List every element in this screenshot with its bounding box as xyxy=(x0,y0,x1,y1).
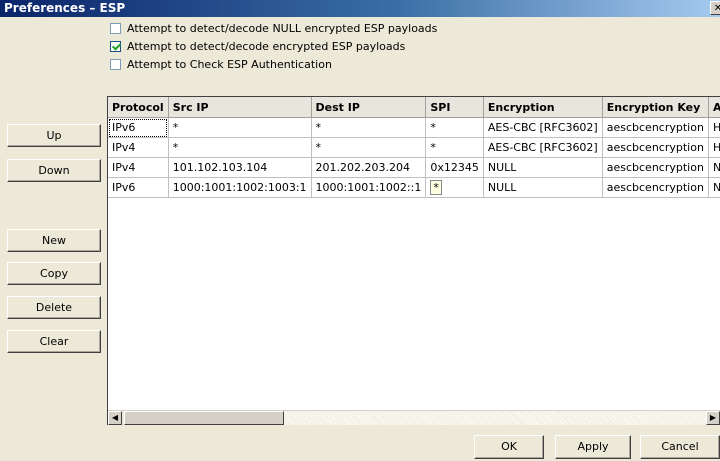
checkbox-esp-auth[interactable] xyxy=(110,58,121,70)
cell-encryption[interactable]: NULL xyxy=(483,177,603,198)
cell-protocol[interactable]: IPv6 xyxy=(108,117,169,138)
table-header: Protocol Src IP Dest IP SPI Encryption E… xyxy=(108,97,720,118)
new-button[interactable]: New xyxy=(7,229,101,252)
scrollbar-thumb[interactable] xyxy=(124,411,284,425)
cell-spi[interactable]: * xyxy=(425,137,484,158)
cell-src-ip[interactable]: * xyxy=(168,137,312,158)
apply-button[interactable]: Apply xyxy=(555,435,631,459)
scrollbar-track[interactable] xyxy=(284,411,706,425)
table-row[interactable]: IPv6 * * * AES-CBC [RFC3602] aescbcencry… xyxy=(108,117,720,138)
cell-encryption[interactable]: NULL xyxy=(483,157,603,178)
cancel-button[interactable]: Cancel xyxy=(640,435,720,459)
scroll-left-icon[interactable]: ◀ xyxy=(108,411,122,425)
cell-encryption-key[interactable]: aescbcencryption xyxy=(602,157,709,178)
col-encryption-key[interactable]: Encryption Key xyxy=(602,97,709,118)
col-encryption[interactable]: Encryption xyxy=(483,97,603,118)
clear-button[interactable]: Clear xyxy=(7,330,101,353)
esp-sa-table: Protocol Src IP Dest IP SPI Encryption E… xyxy=(107,96,720,425)
cell-dest-ip[interactable]: 201.202.203.204 xyxy=(311,157,427,178)
option-encrypted-esp[interactable]: Attempt to detect/decode encrypted ESP p… xyxy=(110,38,405,54)
cell-encryption-key[interactable]: aescbcencryption xyxy=(602,137,709,158)
col-spi[interactable]: SPI xyxy=(425,97,484,118)
cell-encryption[interactable]: AES-CBC [RFC3602] xyxy=(483,117,603,138)
col-src-ip[interactable]: Src IP xyxy=(168,97,312,118)
title-bar: Preferences – ESP ✕ xyxy=(0,0,720,17)
table-row[interactable]: IPv4 101.102.103.104 201.202.203.204 0x1… xyxy=(108,157,720,178)
cell-authentication[interactable]: NU xyxy=(708,157,720,178)
horizontal-scrollbar[interactable]: ◀ ▶ xyxy=(108,410,720,425)
cell-authentication[interactable]: NU xyxy=(708,177,720,198)
cell-encryption-key[interactable]: aescbcencryption xyxy=(602,177,709,198)
cell-authentication[interactable]: HM xyxy=(708,117,720,138)
col-dest-ip[interactable]: Dest IP xyxy=(311,97,427,118)
cell-authentication[interactable]: HM xyxy=(708,137,720,158)
cell-spi[interactable]: * xyxy=(425,117,484,138)
option-null-esp[interactable]: Attempt to detect/decode NULL encrypted … xyxy=(110,20,437,36)
cell-protocol[interactable]: IPv6 xyxy=(108,177,169,198)
up-button[interactable]: Up xyxy=(7,124,101,147)
cell-protocol[interactable]: IPv4 xyxy=(108,157,169,178)
down-button[interactable]: Down xyxy=(7,159,101,182)
cell-spi-editing[interactable]: * xyxy=(425,177,484,198)
option-esp-auth[interactable]: Attempt to Check ESP Authentication xyxy=(110,56,332,72)
cell-protocol[interactable]: IPv4 xyxy=(108,137,169,158)
cell-dest-ip[interactable]: * xyxy=(311,137,427,158)
table-row[interactable]: IPv4 * * * AES-CBC [RFC3602] aescbcencry… xyxy=(108,137,720,158)
cell-dest-ip[interactable]: * xyxy=(311,117,427,138)
cell-src-ip[interactable]: 1000:1001:1002:1003:1 xyxy=(168,177,312,198)
col-protocol[interactable]: Protocol xyxy=(108,97,169,118)
scroll-right-icon[interactable]: ▶ xyxy=(706,411,720,425)
cell-src-ip[interactable]: 101.102.103.104 xyxy=(168,157,312,178)
window-title: Preferences – ESP xyxy=(4,1,126,15)
close-icon[interactable]: ✕ xyxy=(710,1,720,15)
cell-spi[interactable]: 0x12345 xyxy=(425,157,484,178)
option-encrypted-esp-label: Attempt to detect/decode encrypted ESP p… xyxy=(127,39,406,53)
cell-encryption-key[interactable]: aescbcencryption xyxy=(602,117,709,138)
cell-spi-editor[interactable]: * xyxy=(430,180,442,195)
delete-button[interactable]: Delete xyxy=(7,296,101,319)
col-authentication[interactable]: Au xyxy=(708,97,720,118)
checkbox-null-esp[interactable] xyxy=(110,22,121,34)
option-null-esp-label: Attempt to detect/decode NULL encrypted … xyxy=(127,21,438,35)
cell-dest-ip[interactable]: 1000:1001:1002::1 xyxy=(311,177,427,198)
copy-button[interactable]: Copy xyxy=(7,262,101,285)
cell-encryption[interactable]: AES-CBC [RFC3602] xyxy=(483,137,603,158)
option-esp-auth-label: Attempt to Check ESP Authentication xyxy=(127,57,332,71)
checkbox-encrypted-esp[interactable] xyxy=(110,40,121,52)
ok-button[interactable]: OK xyxy=(474,435,544,459)
cell-src-ip[interactable]: * xyxy=(168,117,312,138)
table-row[interactable]: IPv6 1000:1001:1002:1003:1 1000:1001:100… xyxy=(108,177,720,198)
